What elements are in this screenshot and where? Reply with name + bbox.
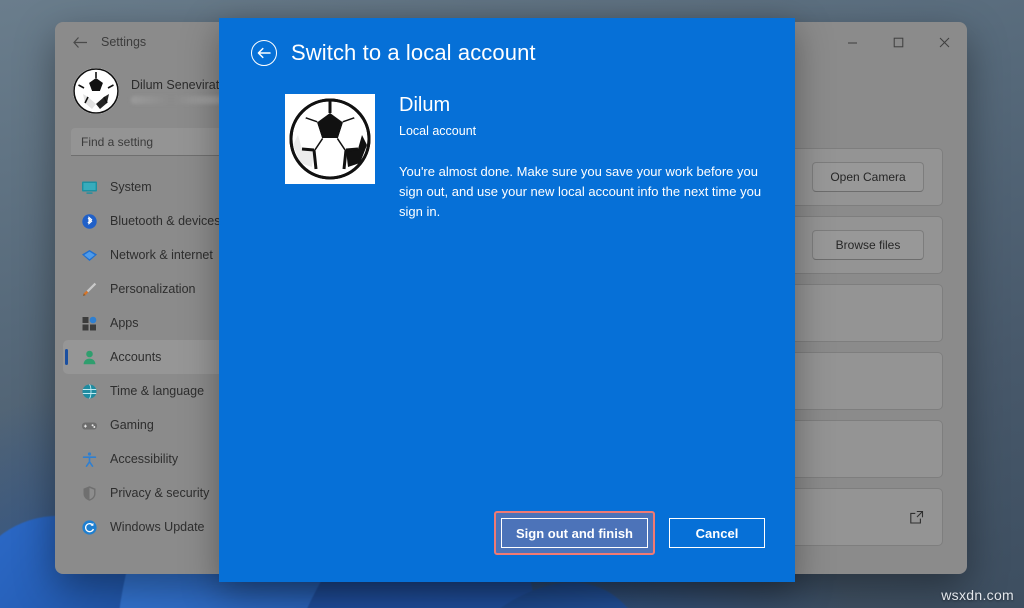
cancel-button[interactable]: Cancel [669, 518, 765, 548]
sidebar-item-label: Gaming [110, 418, 154, 432]
external-link-icon[interactable] [909, 510, 924, 525]
sidebar-item-label: Apps [110, 316, 139, 330]
apps-icon [81, 315, 98, 332]
dialog-actions: Sign out and finish Cancel [249, 511, 765, 555]
dialog-title: Switch to a local account [291, 40, 536, 66]
account-name: Dilum [399, 94, 765, 116]
sidebar-item-label: Personalization [110, 282, 195, 296]
dialog-header: Switch to a local account [251, 40, 765, 66]
accessibility-icon [81, 451, 98, 468]
browse-files-button[interactable]: Browse files [812, 230, 924, 260]
paintbrush-icon [81, 281, 98, 298]
monitor-icon [81, 179, 98, 196]
sidebar-item-label: Accessibility [110, 452, 178, 466]
sidebar-item-label: Windows Update [110, 520, 205, 534]
person-icon [81, 349, 98, 366]
back-arrow-circle-icon[interactable] [251, 40, 277, 66]
sidebar-item-label: Bluetooth & devices [110, 214, 221, 228]
avatar [73, 68, 119, 114]
close-button[interactable] [921, 22, 967, 62]
back-button[interactable] [63, 28, 97, 56]
wallpaper-petal [0, 576, 164, 608]
window-controls [829, 22, 967, 62]
open-camera-button[interactable]: Open Camera [812, 162, 924, 192]
switch-to-local-account-dialog: Switch to a local account [219, 18, 795, 582]
sidebar-item-label: System [110, 180, 152, 194]
network-icon [81, 247, 98, 264]
gamepad-icon [81, 417, 98, 434]
dialog-account-info: Dilum Local account You're almost done. … [399, 94, 765, 222]
sidebar-item-label: Network & internet [110, 248, 213, 262]
update-icon [81, 519, 98, 536]
dialog-body: Dilum Local account You're almost done. … [285, 94, 765, 222]
screen: Settings [0, 0, 1024, 608]
account-type: Local account [399, 124, 765, 138]
maximize-button[interactable] [875, 22, 921, 62]
sign-out-and-finish-button[interactable]: Sign out and finish [501, 518, 648, 548]
minimize-button[interactable] [829, 22, 875, 62]
primary-button-highlight: Sign out and finish [494, 511, 655, 555]
clock-globe-icon [81, 383, 98, 400]
window-title: Settings [101, 35, 146, 49]
shield-icon [81, 485, 98, 502]
dialog-note: You're almost done. Make sure you save y… [399, 162, 765, 222]
watermark: wsxdn.com [941, 587, 1014, 603]
sidebar-item-label: Time & language [110, 384, 204, 398]
sidebar-item-label: Accounts [110, 350, 161, 364]
soccer-ball-avatar [285, 94, 375, 184]
bluetooth-icon [81, 213, 98, 230]
sidebar-item-label: Privacy & security [110, 486, 209, 500]
